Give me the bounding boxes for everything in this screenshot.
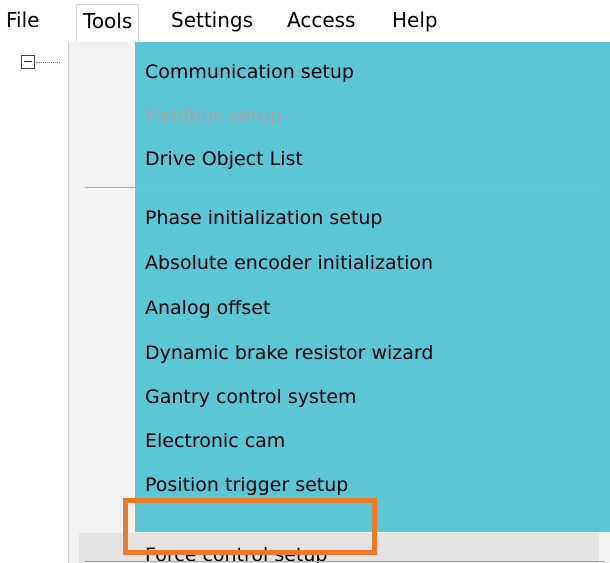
tools-dropdown-menu: Communication setup Fieldbus setup Drive… bbox=[68, 42, 610, 563]
menu-item-phase-initialization-setup[interactable]: Phase initialization setup bbox=[145, 200, 383, 236]
menu-bar: File Tools Settings Access Help bbox=[0, 0, 610, 42]
menu-item-analog-offset[interactable]: Analog offset bbox=[145, 290, 270, 326]
menu-item-absolute-encoder-initialization[interactable]: Absolute encoder initialization bbox=[145, 245, 433, 281]
menu-separator bbox=[85, 187, 605, 188]
menu-file[interactable]: File bbox=[0, 4, 45, 36]
menu-help[interactable]: Help bbox=[386, 4, 444, 36]
menu-item-drive-object-list[interactable]: Drive Object List bbox=[145, 141, 303, 177]
app-window: File Tools Settings Access Help Communic… bbox=[0, 0, 610, 563]
menu-separator-bottom bbox=[85, 561, 605, 562]
menu-item-communication-setup[interactable]: Communication setup bbox=[145, 54, 354, 90]
menu-tools[interactable]: Tools bbox=[76, 4, 140, 42]
menu-access[interactable]: Access bbox=[281, 4, 361, 36]
tree-collapse-icon[interactable] bbox=[21, 55, 35, 69]
menu-settings[interactable]: Settings bbox=[165, 4, 259, 36]
menu-item-electronic-cam[interactable]: Electronic cam bbox=[145, 423, 285, 459]
menu-item-fieldbus-setup: Fieldbus setup bbox=[145, 105, 283, 127]
menu-item-dynamic-brake-resistor-wizard[interactable]: Dynamic brake resistor wizard bbox=[145, 335, 433, 371]
menu-item-gantry-control-system[interactable]: Gantry control system bbox=[145, 379, 357, 415]
highlight-callout-box bbox=[123, 498, 377, 555]
tree-connector-line bbox=[36, 62, 60, 63]
